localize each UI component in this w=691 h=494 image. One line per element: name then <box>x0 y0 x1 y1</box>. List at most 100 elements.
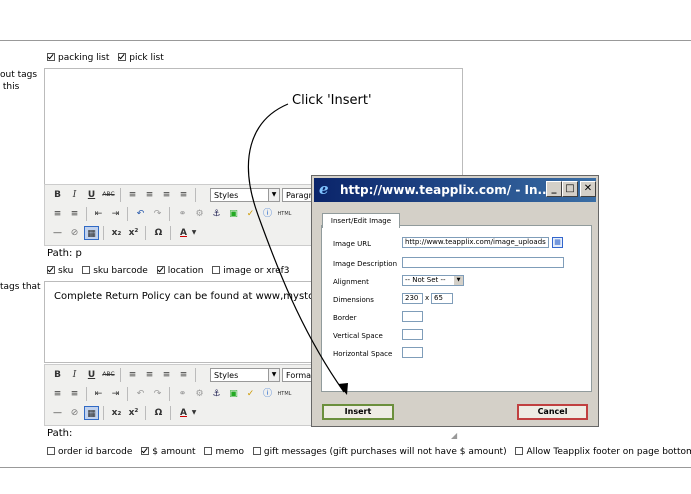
anchor-icon[interactable]: ⚓ <box>209 387 224 401</box>
align-justify-icon[interactable]: ≡ <box>176 368 191 382</box>
unlink-icon[interactable]: ⚙ <box>192 387 207 401</box>
format-select[interactable]: Format <box>282 368 312 382</box>
visual-aid-icon[interactable]: ▦ <box>84 406 99 420</box>
image-icon[interactable]: ▣ <box>226 207 241 221</box>
styles-select[interactable]: Styles ▼ <box>210 368 280 382</box>
sku-barcode-checkbox[interactable]: sku barcode <box>82 266 154 276</box>
bullet-list-icon[interactable]: ≡ <box>50 207 65 221</box>
align-center-icon[interactable]: ≡ <box>142 368 157 382</box>
insert-button[interactable]: Insert <box>322 404 394 420</box>
underline-button[interactable]: U <box>84 188 99 202</box>
cleanup-icon[interactable]: ✓ <box>243 387 258 401</box>
align-right-icon[interactable]: ≡ <box>159 188 174 202</box>
editor-2-text: Complete Return Policy can be found at w… <box>54 291 325 302</box>
link-icon[interactable]: ⚭ <box>175 207 190 221</box>
text-color-icon[interactable]: A <box>176 226 191 240</box>
horizontal-rule-icon[interactable]: — <box>50 406 65 420</box>
chevron-down-icon[interactable]: ▼ <box>190 406 198 420</box>
gift-messages-checkbox[interactable]: gift messages (gift purchases will not h… <box>252 447 513 457</box>
outdent-icon[interactable]: ⇤ <box>91 387 106 401</box>
italic-button[interactable]: I <box>67 188 82 202</box>
special-char-icon[interactable]: Ω <box>151 406 166 420</box>
chevron-down-icon: ▼ <box>454 276 463 285</box>
dimensions-label: Dimensions <box>333 296 374 304</box>
pick-list-checkbox[interactable]: pick list <box>118 53 169 63</box>
align-center-icon[interactable]: ≡ <box>142 188 157 202</box>
horizontal-rule-icon[interactable]: — <box>50 226 65 240</box>
align-right-icon[interactable]: ≡ <box>159 368 174 382</box>
outdent-icon[interactable]: ⇤ <box>91 207 106 221</box>
undo-icon[interactable]: ↶ <box>133 387 148 401</box>
packing-list-checkbox[interactable]: packing list <box>47 53 115 63</box>
superscript-icon[interactable]: x² <box>126 226 141 240</box>
align-left-icon[interactable]: ≡ <box>125 188 140 202</box>
strikethrough-button[interactable]: ABC <box>101 368 116 382</box>
strikethrough-button[interactable]: ABC <box>101 188 116 202</box>
special-char-icon[interactable]: Ω <box>151 226 166 240</box>
image-icon[interactable]: ▣ <box>226 387 241 401</box>
indent-icon[interactable]: ⇥ <box>108 207 123 221</box>
ie-icon: e <box>319 180 329 198</box>
subscript-icon[interactable]: x₂ <box>109 226 124 240</box>
image-description-label: Image Description <box>333 260 398 268</box>
maximize-button[interactable]: □ <box>562 181 578 197</box>
numbered-list-icon[interactable]: ≡ <box>67 387 82 401</box>
indent-icon[interactable]: ⇥ <box>108 387 123 401</box>
cleanup-icon[interactable]: ✓ <box>243 207 258 221</box>
superscript-icon[interactable]: x² <box>126 406 141 420</box>
location-checkbox[interactable]: location <box>156 266 210 276</box>
close-button[interactable]: ✕ <box>580 181 596 197</box>
teapplix-footer-checkbox[interactable]: Allow Teapplix footer on page bottom <box>515 447 691 457</box>
vertical-space-field[interactable] <box>402 329 423 340</box>
format-select[interactable]: Paragra <box>282 188 312 202</box>
bullet-list-icon[interactable]: ≡ <box>50 387 65 401</box>
remove-format-icon[interactable]: ⊘ <box>67 406 82 420</box>
image-url-field[interactable]: http://www.teapplix.com/image_uploads <box>402 237 549 248</box>
resize-handle-icon[interactable]: ◢ <box>451 431 460 440</box>
styles-select[interactable]: Styles ▼ <box>210 188 280 202</box>
underline-button[interactable]: U <box>84 368 99 382</box>
link-icon[interactable]: ⚭ <box>175 387 190 401</box>
bold-button[interactable]: B <box>50 368 65 382</box>
border-field[interactable] <box>402 311 423 322</box>
order-id-barcode-checkbox[interactable]: order id barcode <box>47 447 138 457</box>
dialog-titlebar[interactable]: e http://www.teapplix.com/ - In... _ □ ✕ <box>314 178 596 202</box>
alignment-label: Alignment <box>333 278 369 286</box>
insert-image-dialog: e http://www.teapplix.com/ - In... _ □ ✕… <box>311 175 599 427</box>
cancel-button[interactable]: Cancel <box>517 404 588 420</box>
browse-icon[interactable]: ▦ <box>552 237 563 248</box>
editor-1-content[interactable] <box>44 68 463 185</box>
sku-checkbox[interactable]: sku <box>47 266 79 276</box>
tab-insert-edit-image[interactable]: Insert/Edit Image <box>322 213 400 228</box>
memo-checkbox[interactable]: memo <box>204 447 250 457</box>
italic-button[interactable]: I <box>67 368 82 382</box>
horizontal-space-field[interactable] <box>402 347 423 358</box>
anchor-icon[interactable]: ⚓ <box>209 207 224 221</box>
help-icon[interactable]: ⓘ <box>260 207 275 221</box>
numbered-list-icon[interactable]: ≡ <box>67 207 82 221</box>
image-description-field[interactable] <box>402 257 564 268</box>
help-icon[interactable]: ⓘ <box>260 387 275 401</box>
redo-icon[interactable]: ↷ <box>150 387 165 401</box>
minimize-button[interactable]: _ <box>546 181 562 197</box>
bold-button[interactable]: B <box>50 188 65 202</box>
width-field[interactable]: 230 <box>402 293 423 304</box>
redo-icon[interactable]: ↷ <box>150 207 165 221</box>
text-color-icon[interactable]: A <box>176 406 191 420</box>
image-xref3-checkbox[interactable]: image or xref3 <box>212 266 295 276</box>
visual-aid-icon[interactable]: ▦ <box>84 226 99 240</box>
dialog-title: http://www.teapplix.com/ - In... <box>340 183 552 197</box>
subscript-icon[interactable]: x₂ <box>109 406 124 420</box>
html-icon[interactable]: HTML <box>277 387 292 401</box>
align-left-icon[interactable]: ≡ <box>125 368 140 382</box>
undo-icon[interactable]: ↶ <box>133 207 148 221</box>
unlink-icon[interactable]: ⚙ <box>192 207 207 221</box>
height-field[interactable]: 65 <box>431 293 453 304</box>
bottom-checkbox-row: order id barcode $ amount memo gift mess… <box>47 447 691 457</box>
chevron-down-icon[interactable]: ▼ <box>190 226 198 240</box>
align-justify-icon[interactable]: ≡ <box>176 188 191 202</box>
alignment-select[interactable]: -- Not Set -- ▼ <box>402 275 464 286</box>
remove-format-icon[interactable]: ⊘ <box>67 226 82 240</box>
amount-checkbox[interactable]: $ amount <box>141 447 201 457</box>
html-icon[interactable]: HTML <box>277 207 292 221</box>
